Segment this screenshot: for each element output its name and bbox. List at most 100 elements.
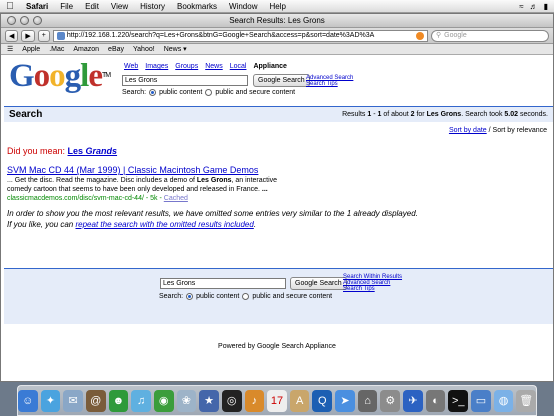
safari-compass-icon[interactable]: ✦	[40, 389, 61, 412]
search-scope: Search: public content public and secure…	[122, 89, 295, 96]
bookmark-ebay[interactable]: eBay	[108, 46, 124, 53]
bookmark-mac[interactable]: .Mac	[49, 46, 64, 53]
google-logo[interactable]: GoogleTM	[9, 58, 111, 94]
safari-icon[interactable]: ➤	[335, 389, 355, 412]
did-you-mean-label: Did you mean:	[7, 146, 68, 156]
sort-by-relevance: / Sort by relevance	[486, 127, 547, 134]
idvd-icon[interactable]: ◎	[221, 389, 242, 412]
folder-icon[interactable]: ▭	[471, 389, 491, 412]
trash-icon[interactable]: 🗑	[516, 389, 537, 412]
bookmark-icon[interactable]: ☰	[7, 45, 13, 53]
minimize-icon[interactable]	[20, 16, 29, 25]
menu-help[interactable]: Help	[263, 0, 291, 13]
menu-view[interactable]: View	[105, 0, 134, 13]
ichat-av-icon[interactable]: ◉	[153, 389, 174, 412]
google-search-button[interactable]: Google Search	[253, 74, 310, 87]
bottom-public-radio[interactable]	[186, 293, 194, 300]
tab-news[interactable]: News	[205, 63, 223, 70]
menu-safari[interactable]: Safari	[20, 0, 54, 13]
results-stats: Results 1 - 1 of about 2 for Les Grons. …	[342, 111, 548, 118]
tab-appliance: Appliance	[253, 63, 287, 70]
bookmark-amazon[interactable]: Amazon	[73, 46, 99, 53]
network-icon[interactable]: ✈	[403, 389, 423, 412]
address-bar[interactable]: http://192.168.1.220/search?q=Les+Grons&…	[52, 29, 428, 42]
bottom-search-box: Les Grons Google Search Search Within Re…	[4, 268, 553, 324]
repeat-search-link[interactable]: repeat the search with the omitted resul…	[75, 220, 253, 229]
google-search-placeholder: Google	[444, 31, 467, 39]
secure-content-label: public and secure content	[215, 89, 296, 96]
battery-icon[interactable]: ▮	[544, 2, 548, 11]
omit-line-2: If you like, you can repeat the search w…	[7, 220, 257, 229]
logo-letter: o	[49, 58, 65, 94]
results-bar-label: Search	[9, 109, 43, 120]
imovie-icon[interactable]: ★	[199, 389, 219, 412]
menu-file[interactable]: File	[54, 0, 79, 13]
terminal-icon[interactable]: >_	[448, 389, 469, 412]
secure-content-radio[interactable]	[205, 89, 213, 96]
add-bookmark-button[interactable]: +	[37, 29, 50, 42]
address-text: http://192.168.1.220/search?q=Les+Grons&…	[66, 31, 375, 39]
tab-local[interactable]: Local	[230, 63, 247, 70]
public-content-radio[interactable]	[149, 89, 157, 96]
network-globe-icon[interactable]: ◍	[493, 389, 514, 412]
cached-link[interactable]: Cached	[164, 195, 188, 202]
menu-history[interactable]: History	[134, 0, 171, 13]
quicktime-icon[interactable]: Q	[312, 389, 333, 412]
logo-letter: e	[88, 58, 103, 94]
google-search-field[interactable]: ⚲ Google	[431, 29, 549, 42]
bottom-links: Search Within Results Advanced Search Se…	[343, 274, 402, 292]
ical-icon[interactable]: 17	[267, 389, 287, 412]
bottom-search-scope: Search: public content public and secure…	[159, 293, 332, 300]
tab-images[interactable]: Images	[145, 63, 168, 70]
garageband-icon[interactable]: ♪	[244, 389, 265, 412]
itunes-icon[interactable]: ♫	[131, 389, 151, 412]
bottom-secure-radio[interactable]	[242, 293, 250, 300]
bottom-secure-label: public and secure content	[252, 293, 333, 300]
window-titlebar[interactable]: Search Results: Les Grons	[1, 14, 553, 28]
back-button[interactable]: ◀	[5, 29, 19, 42]
search-scope-label: Search:	[122, 89, 147, 96]
finder-icon[interactable]: ☺	[17, 389, 38, 412]
result-title-link[interactable]: SVM Mac CD 44 (Mar 1999) | Classic Macin…	[7, 165, 337, 176]
zoom-icon[interactable]	[33, 16, 42, 25]
search-result: SVM Mac CD 44 (Mar 1999) | Classic Macin…	[7, 165, 337, 203]
search-tips-link[interactable]: Search Tips	[306, 81, 353, 87]
bottom-search-tips-link[interactable]: Search Tips	[343, 286, 402, 292]
forward-button[interactable]: ▶	[21, 29, 35, 42]
suggestion-link[interactable]: Les Grands	[68, 146, 118, 156]
omit-line-1: In order to show you the most relevant r…	[7, 209, 418, 218]
apple-menu-icon[interactable]: 	[0, 0, 20, 13]
search-input[interactable]: Les Grons	[122, 75, 248, 86]
menu-edit[interactable]: Edit	[79, 0, 105, 13]
logo-trademark: TM	[102, 72, 111, 79]
mail-icon[interactable]: ✉	[63, 389, 83, 412]
bookmark-news[interactable]: News ▾	[164, 45, 187, 53]
result-url: classicmacdemos.com/disc/svm-mac-cd-44/ …	[7, 195, 188, 202]
reload-icon[interactable]	[416, 31, 424, 40]
page-content: GoogleTM Web Images Groups News Local Ap…	[1, 55, 553, 369]
safari-window: Search Results: Les Grons ◀ ▶ + http://1…	[0, 13, 554, 382]
menu-bookmarks[interactable]: Bookmarks	[171, 0, 223, 13]
volume-icon[interactable]: ♬	[530, 2, 538, 11]
dock-shelf: ☺ ✦ ✉ @ ☻ ♫ ◉ ❀ ★ ◎ ♪ 17 A Q ➤ ⌂ ⚙ ✈ ◐ >_ ▭ ◍ 🗑	[17, 385, 537, 416]
system-preferences-icon[interactable]: ⚙	[380, 389, 401, 412]
bottom-search-button[interactable]: Google Search	[290, 277, 347, 290]
sort-by-date-link[interactable]: Sort by date	[449, 127, 487, 134]
address-book-icon[interactable]: @	[85, 389, 106, 412]
bookmark-yahoo[interactable]: Yahoo!	[133, 46, 155, 53]
tab-groups[interactable]: Groups	[175, 63, 198, 70]
tab-web[interactable]: Web	[124, 63, 138, 70]
preview-icon[interactable]: A	[289, 389, 310, 412]
wifi-icon[interactable]: ≈	[519, 2, 523, 11]
ichat-icon[interactable]: ☻	[108, 389, 129, 412]
disk-utility-icon[interactable]: ◐	[425, 389, 446, 412]
close-icon[interactable]	[7, 16, 16, 25]
logo-letter: o	[33, 58, 50, 94]
sherlock-icon[interactable]: ⌂	[357, 389, 378, 412]
bookmark-apple[interactable]: Apple	[22, 46, 40, 53]
public-content-label: public content	[159, 89, 203, 96]
bottom-search-input[interactable]: Les Grons	[160, 278, 286, 289]
iphoto-icon[interactable]: ❀	[176, 389, 197, 412]
menu-window[interactable]: Window	[223, 0, 263, 13]
search-icon: ⚲	[436, 31, 442, 39]
